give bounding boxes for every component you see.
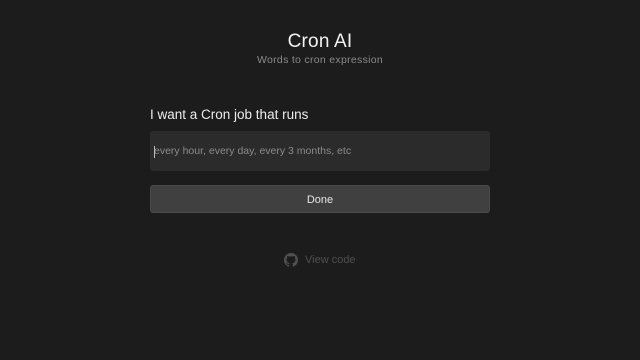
app-page: Cron AI Words to cron expression I want … <box>0 0 640 360</box>
cron-description-input[interactable] <box>150 131 490 171</box>
text-caret <box>154 146 155 158</box>
github-icon <box>284 253 298 267</box>
page-title: Cron AI <box>287 31 353 52</box>
view-code-link[interactable]: View code <box>284 252 356 268</box>
view-code-label: View code <box>305 254 356 266</box>
cron-prompt-label: I want a Cron job that runs <box>150 107 309 122</box>
cron-input-container <box>150 131 490 171</box>
done-button[interactable]: Done <box>150 185 490 213</box>
page-subtitle: Words to cron expression <box>256 54 384 66</box>
